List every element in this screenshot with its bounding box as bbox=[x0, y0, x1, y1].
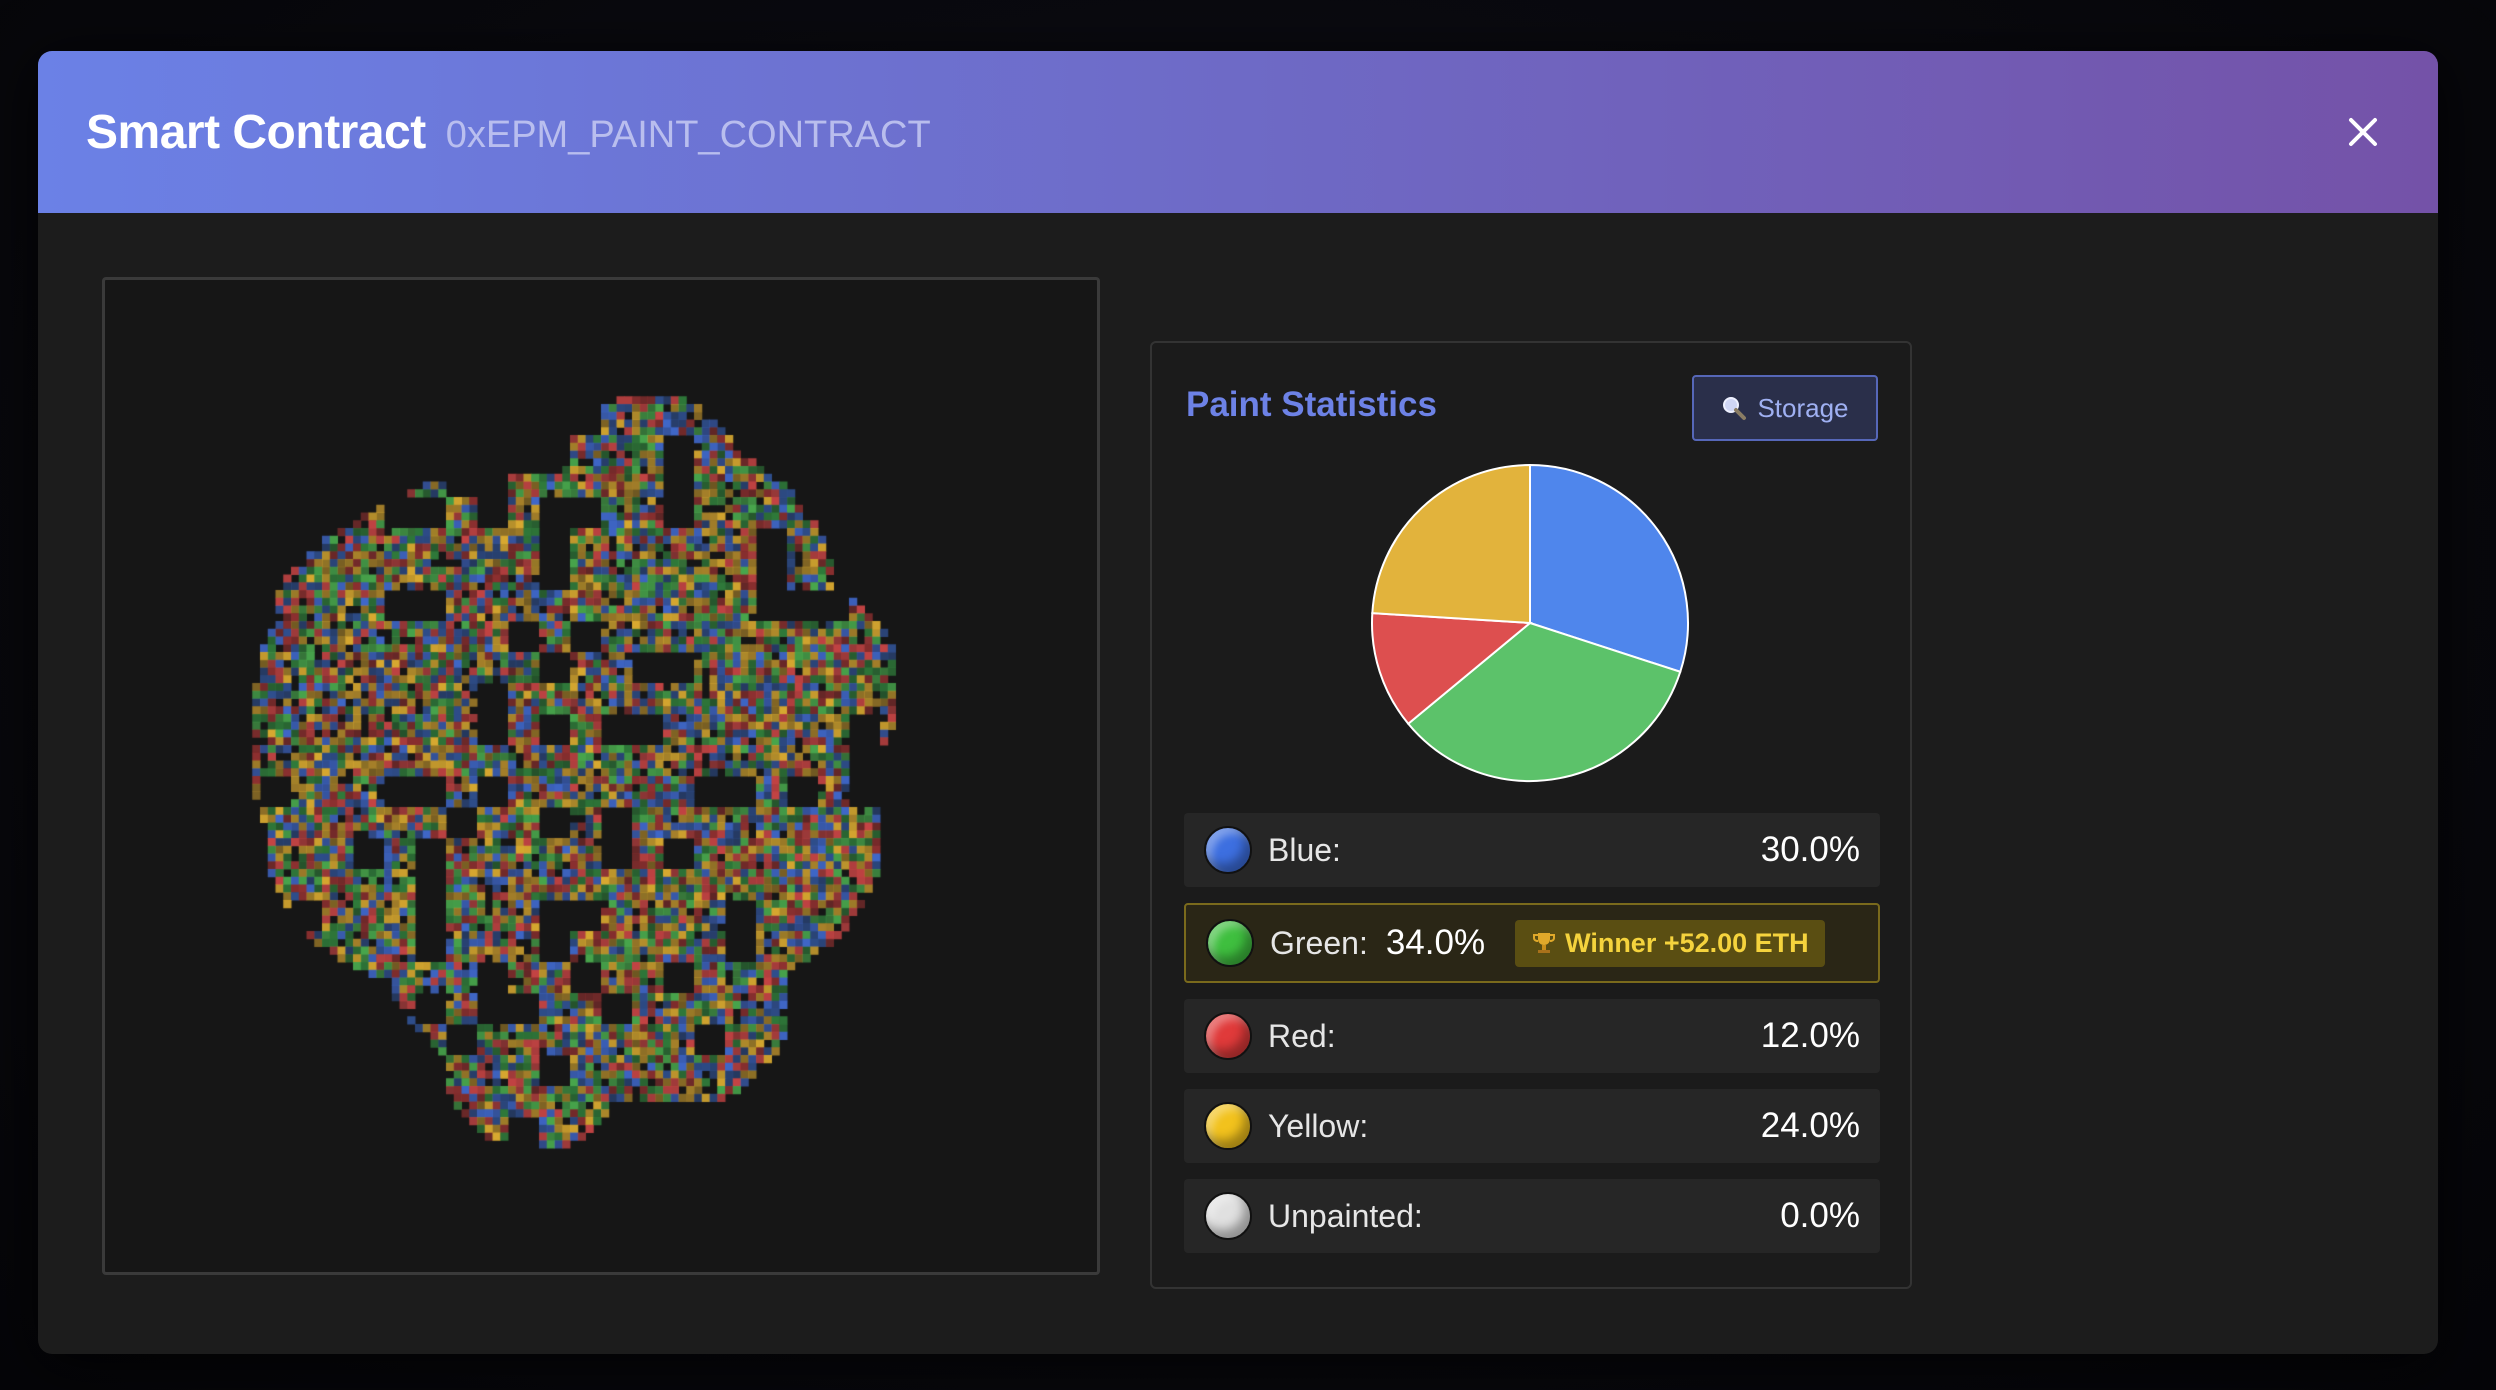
winner-badge-text: Winner +52.00 ETH bbox=[1565, 927, 1809, 958]
pie-slice-yellow bbox=[1371, 463, 1531, 625]
paint-canvas-panel[interactable] bbox=[102, 277, 1100, 1275]
legend-label: Yellow: bbox=[1268, 1107, 1369, 1144]
legend-label: Blue: bbox=[1268, 831, 1341, 868]
winner-badge: Winner +52.00 ETH bbox=[1515, 919, 1825, 967]
pie-chart-svg bbox=[1371, 463, 1689, 782]
red-dot-icon bbox=[1204, 1012, 1252, 1060]
green-dot-icon bbox=[1206, 919, 1254, 967]
stats-title: Paint Statistics bbox=[1186, 385, 1437, 424]
legend-value: 30.0% bbox=[1760, 830, 1860, 869]
legend-value: 24.0% bbox=[1760, 1106, 1860, 1145]
legend-value: 34.0% bbox=[1385, 923, 1486, 962]
white-dot-icon bbox=[1204, 1192, 1252, 1240]
paint-canvas[interactable] bbox=[105, 280, 1097, 1272]
pie-chart bbox=[1368, 461, 1692, 785]
close-icon bbox=[2349, 118, 2377, 146]
close-button[interactable] bbox=[2334, 103, 2392, 161]
storage-label: Storage bbox=[1757, 392, 1849, 423]
legend-row-blue: Blue: 30.0% bbox=[1184, 813, 1880, 887]
contract-address: 0xEPM_PAINT_CONTRACT bbox=[445, 113, 931, 156]
storage-button[interactable]: Storage bbox=[1692, 375, 1878, 441]
modal-header: Smart Contract 0xEPM_PAINT_CONTRACT bbox=[38, 51, 2438, 213]
legend-value: 12.0% bbox=[1760, 1016, 1860, 1055]
blue-dot-icon bbox=[1204, 826, 1252, 874]
legend-label: Red: bbox=[1268, 1017, 1336, 1054]
legend-label: Unpainted: bbox=[1268, 1197, 1423, 1234]
smart-contract-modal: Smart Contract 0xEPM_PAINT_CONTRACT Pain… bbox=[38, 51, 2438, 1354]
trophy-icon bbox=[1533, 933, 1556, 953]
legend-row-yellow: Yellow: 24.0% bbox=[1184, 1089, 1880, 1163]
legend-label: Green: bbox=[1270, 924, 1368, 961]
legend-value: 0.0% bbox=[1780, 1196, 1860, 1235]
modal-title: Smart Contract bbox=[86, 105, 426, 159]
yellow-dot-icon bbox=[1204, 1102, 1252, 1150]
magnifier-icon bbox=[1723, 397, 1747, 420]
legend-row-green: Green: 34.0% Winner +52.00 ETH bbox=[1184, 903, 1880, 983]
legend-row-unpainted: Unpainted: 0.0% bbox=[1184, 1179, 1880, 1253]
paint-statistics-panel: Paint Statistics Storage Blue: 30.0% Gre… bbox=[1150, 341, 1912, 1289]
legend-row-red: Red: 12.0% bbox=[1184, 999, 1880, 1073]
